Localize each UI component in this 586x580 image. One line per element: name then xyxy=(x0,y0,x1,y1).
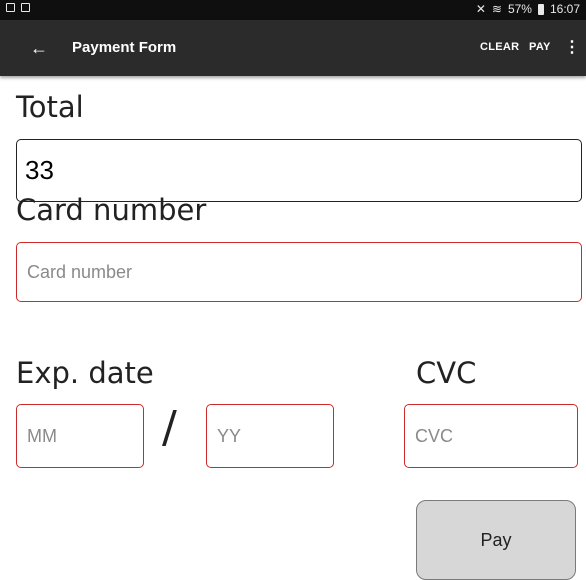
status-right: ✕ ≋ 57% 16:07 xyxy=(476,2,580,16)
app-bar: ← Payment Form CLEAR PAY ⋮ xyxy=(0,20,586,76)
back-arrow-icon[interactable]: ← xyxy=(30,38,48,58)
app-title: Payment Form xyxy=(72,39,177,56)
status-bar: ✕ ≋ 57% 16:07 xyxy=(0,0,586,20)
mute-icon: ✕ xyxy=(475,2,486,16)
total-label: Total xyxy=(16,90,84,124)
cvc-input[interactable]: CVC xyxy=(404,404,578,468)
screen-mirror-icon xyxy=(6,3,15,12)
clock: 16:07 xyxy=(549,2,580,16)
date-separator: / xyxy=(162,402,177,453)
card-number-label: Card number xyxy=(16,193,207,227)
cvc-label: CVC xyxy=(416,356,477,390)
status-left-icons xyxy=(6,3,30,12)
wifi-icon: ≋ xyxy=(491,2,502,16)
card-number-input[interactable]: Card number xyxy=(16,242,582,302)
pay-action-button[interactable]: PAY xyxy=(529,41,551,53)
battery-icon xyxy=(537,3,544,15)
battery-percent: 57% xyxy=(507,2,532,16)
exp-year-input[interactable]: YY xyxy=(206,404,334,468)
clear-button[interactable]: CLEAR xyxy=(480,41,519,53)
pay-button[interactable]: Pay xyxy=(416,500,576,580)
more-vert-icon[interactable]: ⋮ xyxy=(564,40,580,58)
exp-date-label: Exp. date xyxy=(16,356,154,390)
screenshot-icon xyxy=(21,3,30,12)
exp-month-input[interactable]: MM xyxy=(16,404,144,468)
